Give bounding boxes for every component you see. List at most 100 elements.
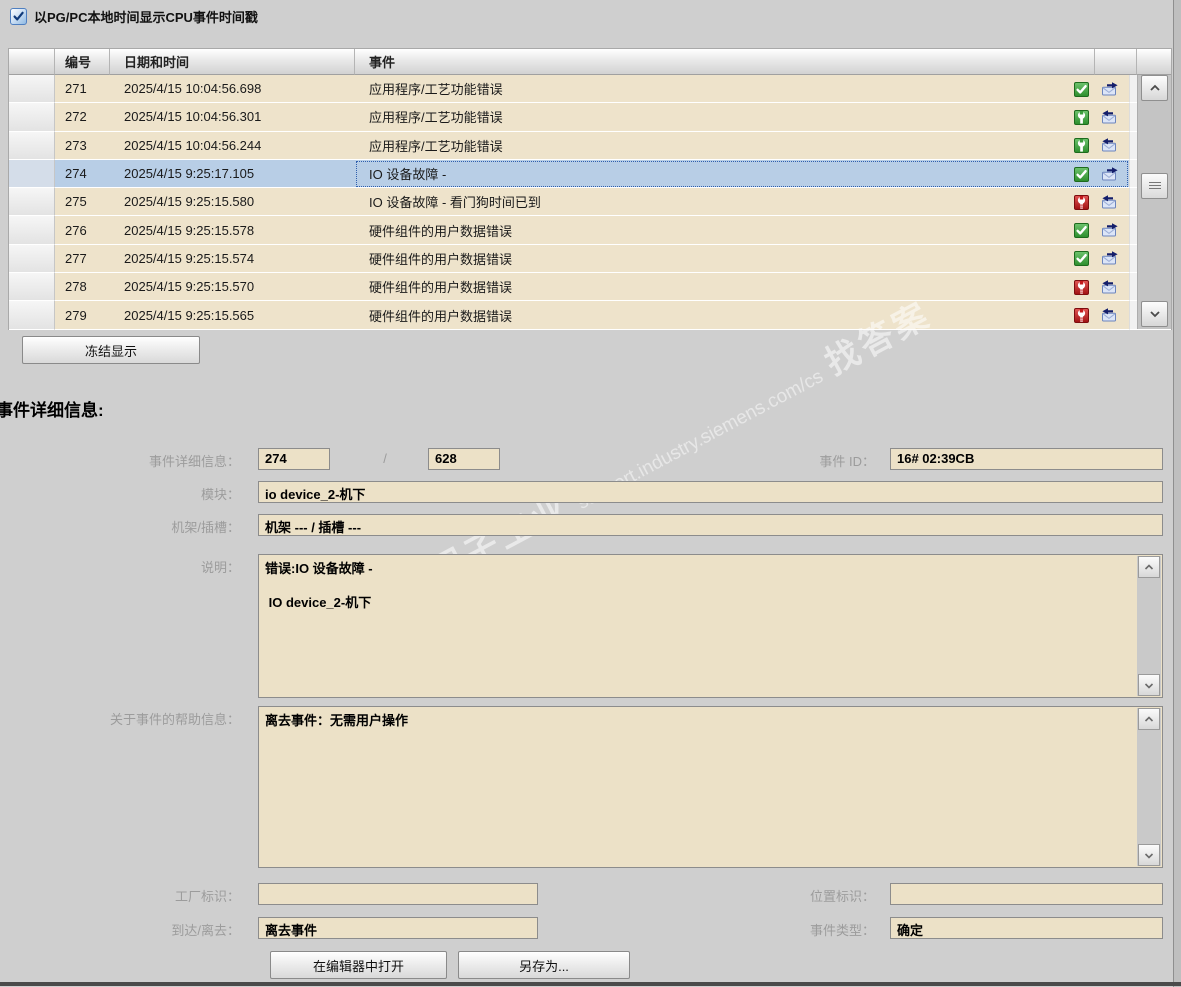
rack-slot-field[interactable]: 机架 --- / 插槽 ---	[258, 514, 1163, 536]
table-row[interactable]: 272 2025/4/15 10:04:56.301 应用程序/工艺功能错误	[9, 103, 1171, 132]
event-id-field[interactable]: 16# 02:39CB	[890, 448, 1163, 470]
table-row[interactable]: 273 2025/4/15 10:04:56.244 应用程序/工艺功能错误	[9, 131, 1171, 160]
event-text: 硬件组件的用户数据错误	[369, 308, 513, 324]
event-datetime-cell: 2025/4/15 9:25:17.105	[110, 159, 355, 189]
help-info-box[interactable]: 离去事件：无需用户操作	[258, 706, 1163, 868]
event-cell: IO 设备故障 - 看门狗时间已到	[355, 188, 1129, 217]
pg-pc-time-option: 以PG/PC本地时间显示CPU事件时间戳	[10, 7, 258, 26]
scroll-down-button[interactable]	[1138, 844, 1160, 866]
chevron-down-icon	[1144, 682, 1154, 689]
event-direction-icon	[1102, 251, 1118, 265]
grip-icon	[1148, 182, 1161, 190]
event-text: IO 设备故障 - 看门狗时间已到	[369, 195, 541, 211]
event-text: 硬件组件的用户数据错误	[369, 223, 513, 239]
event-datetime-cell: 2025/4/15 10:04:56.301	[110, 103, 355, 132]
panel-right-edge	[1173, 0, 1181, 987]
column-header-datetime[interactable]: 日期和时间	[110, 49, 355, 75]
event-cell: 硬件组件的用户数据错误	[355, 273, 1129, 302]
description-box[interactable]: 错误:IO 设备故障 - IO device_2-机下	[258, 554, 1163, 698]
plant-designation-label: 工厂标识：	[174, 889, 240, 904]
pg-pc-time-checkbox-label: 以PG/PC本地时间显示CPU事件时间戳	[34, 10, 258, 25]
event-direction-icon	[1102, 195, 1118, 209]
open-in-editor-button[interactable]: 在编辑器中打开	[270, 951, 447, 979]
event-status-icon	[1074, 109, 1089, 125]
column-header-number[interactable]: 编号	[55, 49, 110, 75]
row-selector-cell[interactable]	[9, 188, 55, 217]
help-scrollbar[interactable]	[1137, 708, 1161, 866]
chevron-down-icon	[1144, 852, 1154, 859]
event-number-cell: 274	[55, 159, 110, 189]
incoming-outgoing-field[interactable]: 离去事件	[258, 917, 538, 939]
row-selector-cell[interactable]	[9, 75, 55, 104]
location-identifier-field[interactable]	[890, 883, 1163, 905]
module-field[interactable]: io device_2-机下	[258, 481, 1163, 503]
event-total-field[interactable]: 628	[428, 448, 500, 470]
panel-bottom-edge	[0, 982, 1181, 986]
event-details-heading: 事件详细信息:	[0, 401, 104, 420]
event-cell: 应用程序/工艺功能错误	[355, 131, 1129, 160]
event-cell: 硬件组件的用户数据错误	[355, 244, 1129, 274]
table-row[interactable]: 276 2025/4/15 9:25:15.578 硬件组件的用户数据错误	[9, 216, 1171, 245]
column-header-selector	[9, 49, 55, 75]
freeze-display-button[interactable]: 冻结显示	[22, 336, 200, 364]
event-datetime-cell: 2025/4/15 9:25:15.570	[110, 273, 355, 302]
scroll-up-button[interactable]	[1138, 556, 1160, 578]
checkmark-icon	[13, 11, 24, 21]
event-detail-label: 事件详细信息：	[148, 454, 240, 469]
event-id-label: 事件 ID：	[819, 454, 875, 469]
scroll-down-button[interactable]	[1138, 674, 1160, 696]
row-selector-cell[interactable]	[9, 244, 55, 274]
diagnostics-buffer-panel: 以PG/PC本地时间显示CPU事件时间戳 编号 日期和时间 事件 271 202…	[0, 0, 1181, 987]
location-identifier-label: 位置标识：	[809, 889, 875, 904]
rack-slot-label: 机架/插槽：	[171, 520, 240, 535]
event-text: 应用程序/工艺功能错误	[369, 110, 503, 126]
pg-pc-time-checkbox[interactable]	[10, 8, 27, 25]
help-info-label: 关于事件的帮助信息：	[109, 712, 240, 727]
plant-designation-field[interactable]	[258, 883, 538, 905]
module-label: 模块：	[200, 487, 240, 502]
scroll-up-button[interactable]	[1141, 75, 1168, 101]
column-header-event[interactable]: 事件	[355, 49, 1095, 75]
row-selector-cell[interactable]	[9, 103, 55, 132]
event-datetime-cell: 2025/4/15 9:25:15.574	[110, 244, 355, 274]
event-number-cell: 272	[55, 103, 110, 132]
event-number-cell: 276	[55, 216, 110, 245]
event-cell: IO 设备故障 -	[355, 159, 1129, 189]
event-text: 硬件组件的用户数据错误	[369, 251, 513, 267]
table-row[interactable]: 274 2025/4/15 9:25:17.105 IO 设备故障 -	[9, 159, 1171, 189]
event-type-field[interactable]: 确定	[890, 917, 1163, 939]
row-selector-cell[interactable]	[9, 273, 55, 302]
event-number-cell: 271	[55, 75, 110, 104]
table-scrollbar[interactable]	[1137, 75, 1171, 329]
row-selector-cell[interactable]	[9, 216, 55, 245]
event-cell: 硬件组件的用户数据错误	[355, 216, 1129, 245]
table-body: 271 2025/4/15 10:04:56.698 应用程序/工艺功能错误 2…	[9, 75, 1171, 330]
event-status-icon	[1074, 251, 1089, 267]
save-as-button[interactable]: 另存为...	[458, 951, 630, 979]
table-row[interactable]: 279 2025/4/15 9:25:15.565 硬件组件的用户数据错误	[9, 301, 1171, 330]
scroll-up-button[interactable]	[1138, 708, 1160, 730]
event-number-cell: 279	[55, 301, 110, 330]
event-number-cell: 278	[55, 273, 110, 302]
event-status-icon	[1074, 223, 1089, 239]
row-selector-cell[interactable]	[9, 131, 55, 160]
table-row[interactable]: 271 2025/4/15 10:04:56.698 应用程序/工艺功能错误	[9, 75, 1171, 104]
column-header-spacer	[1095, 49, 1137, 75]
event-status-icon	[1074, 308, 1089, 324]
row-selector-cell[interactable]	[9, 301, 55, 330]
table-row[interactable]: 277 2025/4/15 9:25:15.574 硬件组件的用户数据错误	[9, 244, 1171, 274]
scroll-down-button[interactable]	[1141, 301, 1168, 327]
description-scrollbar[interactable]	[1137, 556, 1161, 696]
table-row[interactable]: 278 2025/4/15 9:25:15.570 硬件组件的用户数据错误	[9, 273, 1171, 302]
event-status-icon	[1074, 194, 1089, 210]
scroll-thumb[interactable]	[1141, 173, 1168, 199]
event-text: 应用程序/工艺功能错误	[369, 138, 503, 154]
event-status-icon	[1074, 166, 1089, 182]
event-text: IO 设备故障 -	[369, 167, 447, 183]
event-text: 应用程序/工艺功能错误	[369, 82, 503, 98]
event-number-field[interactable]: 274	[258, 448, 330, 470]
table-row[interactable]: 275 2025/4/15 9:25:15.580 IO 设备故障 - 看门狗时…	[9, 188, 1171, 217]
row-selector-cell[interactable]	[9, 159, 55, 189]
event-cell: 应用程序/工艺功能错误	[355, 103, 1129, 132]
events-table-header: 编号 日期和时间 事件	[9, 49, 1171, 75]
